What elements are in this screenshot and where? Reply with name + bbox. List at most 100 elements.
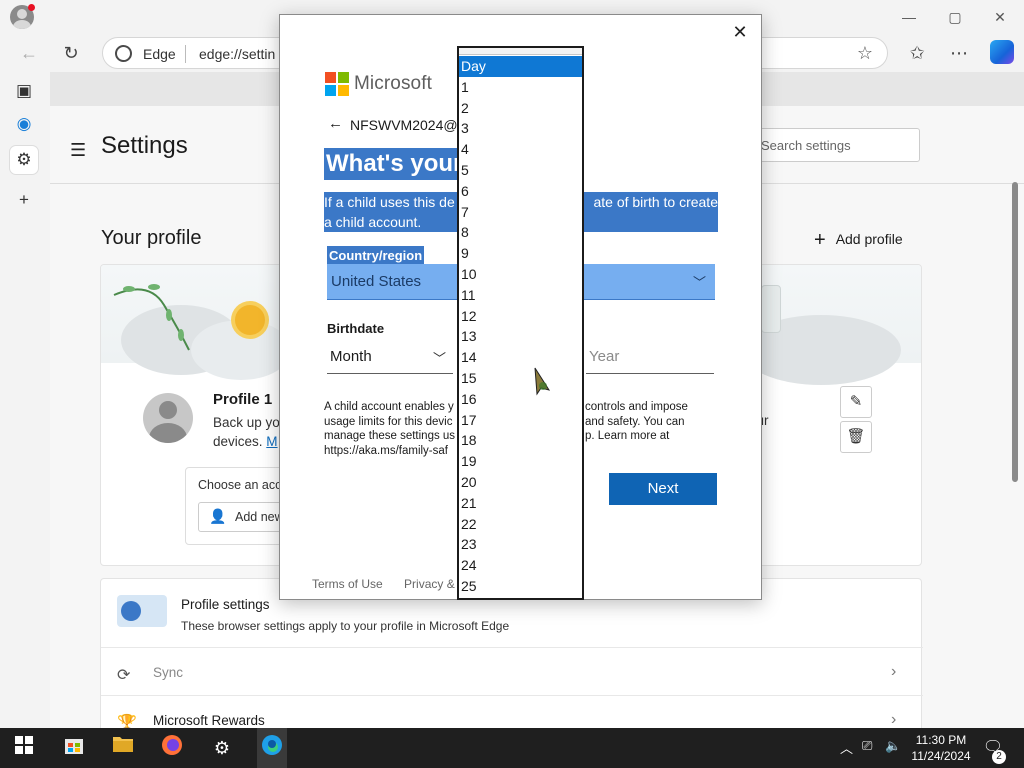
day-option[interactable]: 19	[459, 451, 582, 472]
clock[interactable]: 11:30 PM 11/24/2024	[910, 732, 972, 764]
chevron-right-icon: ›	[891, 711, 897, 728]
profile-settings-title: Profile settings	[181, 597, 270, 612]
edge-taskbar-icon[interactable]	[258, 734, 286, 762]
day-option[interactable]: 8	[459, 222, 582, 243]
day-option[interactable]: 11	[459, 285, 582, 306]
day-option-selected[interactable]: Day	[459, 56, 582, 77]
sync-icon: ⟳	[117, 667, 131, 684]
microsoft-brand-name: Microsoft	[354, 73, 432, 94]
account-email: NFSWVM2024@	[350, 117, 458, 133]
day-option[interactable]: 16	[459, 389, 582, 410]
tab-actions-icon[interactable]: ▣	[10, 77, 38, 105]
search-placeholder: Search settings	[761, 138, 851, 153]
volume-icon[interactable]: 🔈	[885, 738, 901, 754]
country-value: United States	[331, 273, 422, 290]
back-arrow-icon[interactable]: ←	[328, 115, 343, 132]
delete-profile-trash-icon[interactable]: 🗑	[840, 421, 872, 453]
add-profile-label: Add profile	[835, 231, 903, 247]
favorite-star-icon[interactable]: ☆	[857, 43, 873, 64]
hamburger-menu-icon[interactable]: ☰	[70, 140, 86, 161]
desc-line2: a child account.	[324, 214, 422, 230]
sun-icon	[235, 305, 265, 335]
start-windows-icon[interactable]	[10, 734, 38, 762]
birthdate-label: Birthdate	[327, 321, 385, 336]
day-option[interactable]: 1	[459, 77, 582, 98]
info-tail2: and safety. You can	[585, 415, 685, 428]
back-arrow-icon[interactable]: ←	[16, 40, 42, 66]
learn-more-link[interactable]: M	[266, 434, 277, 449]
minimize-button[interactable]: —	[897, 6, 921, 28]
day-option[interactable]: 18	[459, 430, 582, 451]
maximize-button[interactable]: ▢	[943, 6, 967, 28]
day-option[interactable]: 21	[459, 493, 582, 514]
network-icon[interactable]: ⎚	[862, 738, 872, 754]
day-option[interactable]: 17	[459, 410, 582, 431]
refresh-icon[interactable]: ↻	[58, 40, 84, 66]
page-scrollbar[interactable]	[1012, 182, 1018, 482]
day-option[interactable]: 4	[459, 139, 582, 160]
day-option[interactable]: 24	[459, 555, 582, 576]
chevron-down-icon: ﹀	[433, 351, 447, 366]
file-explorer-icon[interactable]	[109, 734, 137, 762]
info-tail1: controls and impose	[585, 401, 688, 413]
edge-tab-icon[interactable]: ◉	[10, 110, 38, 138]
device-illustration-icon	[761, 285, 781, 333]
windows-taskbar: ⚙ ︿ ⎚ 🔈 11:30 PM 11/24/2024 🗨 2	[0, 728, 1024, 768]
vine-leaves-icon	[113, 284, 190, 351]
terms-of-use-link[interactable]: Terms of Use	[312, 577, 383, 591]
profile-avatar	[143, 393, 193, 443]
day-option[interactable]: 9	[459, 243, 582, 264]
clock-date: 11/24/2024	[911, 749, 971, 763]
year-input[interactable]: Year	[586, 342, 714, 374]
section-heading-your-profile: Your profile	[101, 227, 202, 249]
settings-gear-icon[interactable]: ⚙	[208, 734, 236, 762]
day-option[interactable]: 25	[459, 576, 582, 597]
settings-search-input[interactable]: Search settings	[750, 128, 920, 162]
next-button[interactable]: Next	[609, 473, 717, 505]
day-option[interactable]: 3	[459, 118, 582, 139]
close-window-button[interactable]: ✕	[988, 6, 1012, 28]
day-option[interactable]: 7	[459, 202, 582, 223]
add-profile-button[interactable]: + Add profile	[814, 227, 903, 251]
choose-account-label: Choose an acco	[198, 478, 289, 492]
profile-settings-list: Profile settings These browser settings …	[100, 578, 923, 728]
child-account-info-tail: controls and impose and safety. You can …	[585, 400, 715, 444]
day-option[interactable]: 14	[459, 347, 582, 368]
favorites-icon[interactable]: ✩	[904, 40, 930, 66]
settings-tab-gear-icon[interactable]: ⚙	[10, 146, 38, 174]
month-select[interactable]: Month ﹀	[327, 342, 453, 374]
day-option[interactable]: 10	[459, 264, 582, 285]
add-new-label: Add new	[235, 510, 284, 524]
chevron-down-icon: ﹀	[693, 275, 707, 290]
edit-profile-pencil-icon[interactable]: ✎	[840, 386, 872, 418]
more-menu-icon[interactable]: ⋯	[946, 40, 972, 66]
profile-settings-icon	[117, 595, 167, 627]
page-title: Settings	[101, 132, 188, 159]
person-icon: 👤	[209, 508, 227, 524]
day-option[interactable]: 13	[459, 326, 582, 347]
day-option[interactable]: 5	[459, 160, 582, 181]
microsoft-store-icon[interactable]	[60, 734, 88, 762]
day-option[interactable]: 22	[459, 514, 582, 535]
copilot-icon[interactable]	[990, 40, 1014, 64]
day-dropdown-list[interactable]: Day 1 2 3 4 5 6 7 8 9 10 11 12 13 14 15 16 17 18 19 20 21 22 2…	[457, 46, 584, 600]
day-option[interactable]: 12	[459, 306, 582, 327]
plus-icon: +	[814, 229, 826, 251]
address-url[interactable]: edge://settin	[199, 46, 275, 62]
day-option[interactable]: 23	[459, 534, 582, 555]
notification-count-badge: 2	[992, 750, 1006, 764]
profile-name: Profile 1	[213, 391, 273, 408]
day-option[interactable]: 2	[459, 98, 582, 119]
dialog-close-icon[interactable]: ✕	[730, 22, 750, 42]
year-placeholder: Year	[589, 348, 620, 365]
day-option[interactable]: 6	[459, 181, 582, 202]
new-tab-plus-icon[interactable]: +	[10, 186, 38, 214]
dialog-heading: What's your	[324, 148, 465, 180]
busy-cursor-icon	[534, 367, 551, 396]
firefox-icon[interactable]	[158, 734, 186, 762]
chevron-up-icon[interactable]: ︿	[840, 738, 853, 757]
clock-time: 11:30 PM	[915, 733, 967, 747]
day-option[interactable]: 20	[459, 472, 582, 493]
day-option[interactable]: 15	[459, 368, 582, 389]
address-separator	[185, 45, 186, 63]
